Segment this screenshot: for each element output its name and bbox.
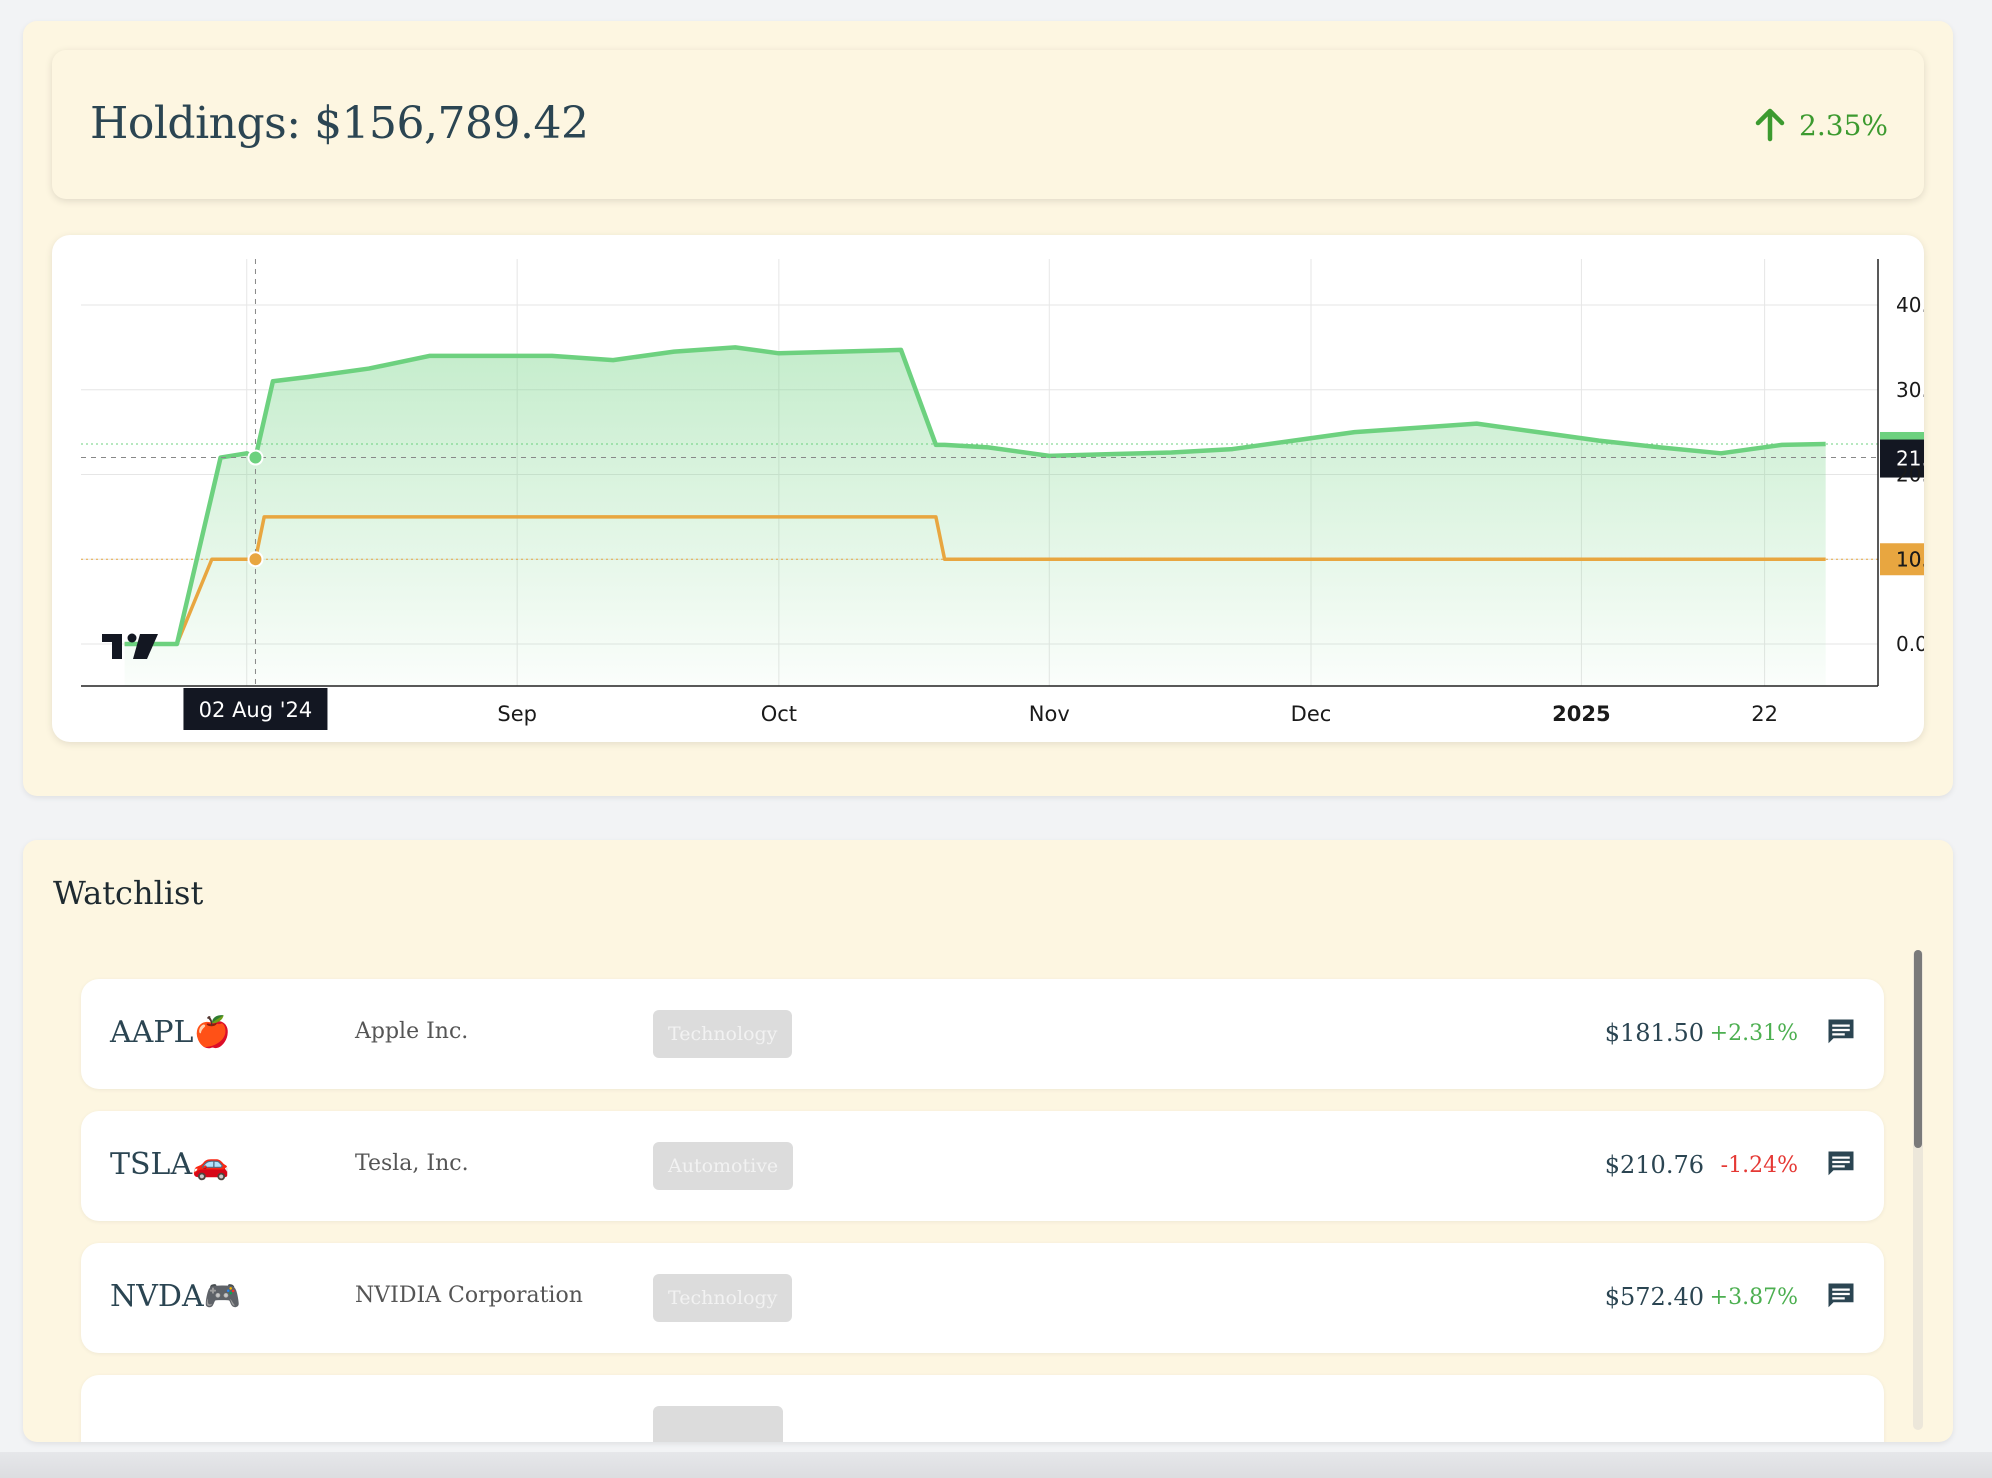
watchlist-panel: Watchlist AAPL🍎 Apple Inc. Technology $1… xyxy=(23,840,1953,1442)
x-tick-label: Dec xyxy=(1291,702,1332,726)
holdings-change: 2.35% xyxy=(1753,108,1888,142)
x-tick-label: Nov xyxy=(1029,702,1070,726)
crosshair-point-orange xyxy=(247,551,264,568)
holdings-panel: Holdings: $156,789.42 2.35% 02 Aug '24 21… xyxy=(23,21,1953,796)
change-percent: +3.87% xyxy=(1709,1285,1798,1310)
price: $181.50 xyxy=(1604,1019,1704,1047)
price: $210.76 xyxy=(1604,1151,1704,1179)
crosshair-date-label: 02 Aug '24 xyxy=(199,698,313,722)
crosshair-point-green xyxy=(247,449,264,466)
y-tick-label: 40.00 xyxy=(1896,293,1924,317)
ticker: TSLA🚗 xyxy=(110,1147,230,1182)
sector-tag xyxy=(653,1406,783,1442)
scrollbar-thumb[interactable] xyxy=(1914,950,1922,1148)
y-tick-label: 30.00 xyxy=(1896,378,1924,402)
y-tick-label: 10.00 xyxy=(1896,547,1924,571)
watchlist-scrollbar[interactable] xyxy=(1913,950,1923,1430)
watchlist-row-nvda[interactable]: NVDA🎮 NVIDIA Corporation Technology $572… xyxy=(81,1243,1884,1353)
watchlist-title: Watchlist xyxy=(53,874,204,912)
watchlist-row-tsla[interactable]: TSLA🚗 Tesla, Inc. Automotive $210.76 -1.… xyxy=(81,1111,1884,1221)
sector-tag: Technology xyxy=(653,1274,793,1322)
y-tick-label: 20.00 xyxy=(1896,463,1924,487)
price-chart[interactable]: 02 Aug '2421.9910.00 0.0010.0020.0030.00… xyxy=(52,235,1924,742)
holdings-title: Holdings: $156,789.42 xyxy=(90,98,589,149)
holdings-change-value: 2.35% xyxy=(1799,108,1888,142)
chart-canvas[interactable]: 02 Aug '2421.9910.00 0.0010.0020.0030.00… xyxy=(52,235,1924,742)
change-percent: -1.24% xyxy=(1720,1153,1798,1178)
watchlist-row-aapl[interactable]: AAPL🍎 Apple Inc. Technology $181.50 +2.3… xyxy=(81,979,1884,1089)
company-name: NVIDIA Corporation xyxy=(355,1283,583,1308)
company-name: Apple Inc. xyxy=(355,1019,469,1044)
ticker: NVDA🎮 xyxy=(110,1279,241,1314)
x-tick-label: Sep xyxy=(497,702,537,726)
sector-tag: Automotive xyxy=(653,1142,794,1190)
x-tick-label: Oct xyxy=(761,702,797,726)
green-price-tag-edge xyxy=(1880,431,1924,440)
page-footer-shade xyxy=(0,1452,1992,1478)
x-tick-label: 22 xyxy=(1751,702,1778,726)
watchlist-row-partial[interactable] xyxy=(81,1375,1884,1442)
x-tick-label: 2025 xyxy=(1552,702,1610,726)
comment-icon[interactable] xyxy=(1826,1149,1856,1179)
comment-icon[interactable] xyxy=(1826,1017,1856,1047)
sector-tag: Technology xyxy=(653,1010,793,1058)
ticker: AAPL🍎 xyxy=(110,1015,231,1050)
holdings-header: Holdings: $156,789.42 2.35% xyxy=(52,50,1924,199)
comment-icon[interactable] xyxy=(1826,1281,1856,1311)
change-percent: +2.31% xyxy=(1709,1021,1798,1046)
y-tick-label: 0.00 xyxy=(1896,632,1924,656)
company-name: Tesla, Inc. xyxy=(355,1151,469,1176)
price: $572.40 xyxy=(1604,1283,1704,1311)
arrow-up-icon xyxy=(1755,108,1785,142)
